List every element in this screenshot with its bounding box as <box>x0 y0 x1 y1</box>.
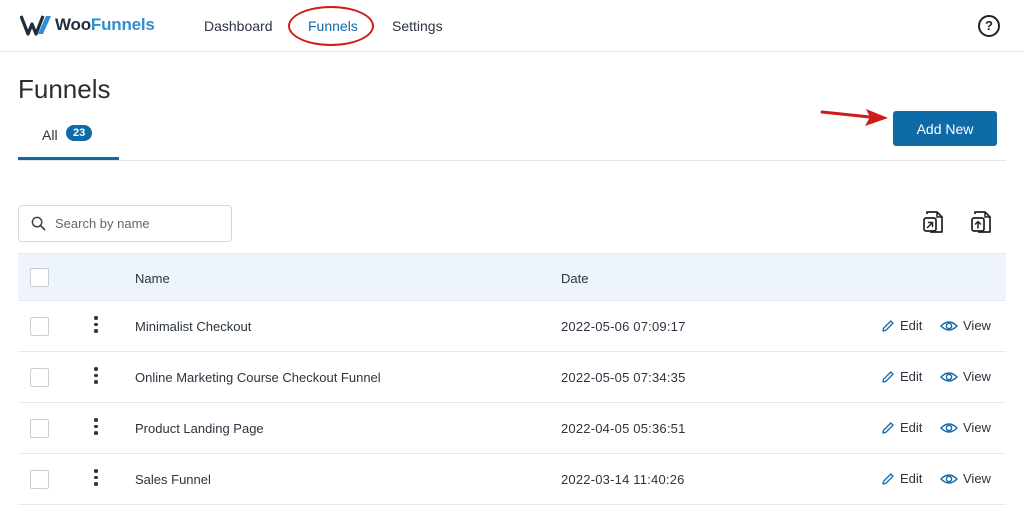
select-all-checkbox[interactable] <box>30 268 49 287</box>
edit-label: Edit <box>900 420 923 435</box>
eye-icon <box>940 422 958 433</box>
count-badge: 23 <box>66 125 93 141</box>
annotation-arrow-icon <box>820 109 888 126</box>
column-header-name[interactable]: Name <box>135 271 170 286</box>
table-row: Online Marketing Course Checkout Funnel … <box>18 352 1006 403</box>
brand-logo[interactable]: WooFunnels <box>20 13 155 37</box>
view-label: View <box>963 420 991 435</box>
edit-label: Edit <box>900 318 923 333</box>
search-input[interactable] <box>55 216 215 231</box>
export-icon[interactable] <box>970 209 994 235</box>
funnel-date: 2022-05-06 07:09:17 <box>561 319 686 334</box>
view-button[interactable]: View <box>940 420 991 435</box>
view-label: View <box>963 471 991 486</box>
import-icon[interactable] <box>922 209 946 235</box>
funnel-date: 2022-04-05 05:36:51 <box>561 421 686 436</box>
more-vertical-icon[interactable] <box>92 367 100 387</box>
edit-button[interactable]: Edit <box>881 420 922 435</box>
pencil-icon <box>882 472 894 485</box>
eye-icon <box>940 473 958 484</box>
brand-name: WooFunnels <box>55 15 155 34</box>
tab-all-label: All <box>42 127 58 143</box>
table-row: Minimalist Checkout 2022-05-06 07:09:17 … <box>18 301 1006 352</box>
table-row: Sales Funnel 2022-03-14 11:40:26 Edit Vi… <box>18 454 1006 505</box>
row-checkbox[interactable] <box>30 317 49 336</box>
search-box[interactable] <box>18 205 232 242</box>
view-label: View <box>963 318 991 333</box>
search-icon <box>31 216 46 231</box>
funnel-name[interactable]: Product Landing Page <box>135 421 264 436</box>
edit-label: Edit <box>900 471 923 486</box>
nav-dashboard[interactable]: Dashboard <box>204 18 273 34</box>
divider <box>18 160 1006 161</box>
funnel-name[interactable]: Minimalist Checkout <box>135 319 251 334</box>
pencil-icon <box>882 370 894 383</box>
nav-settings[interactable]: Settings <box>392 18 443 34</box>
column-header-date[interactable]: Date <box>561 271 588 286</box>
edit-button[interactable]: Edit <box>881 369 922 384</box>
funnel-name[interactable]: Online Marketing Course Checkout Funnel <box>135 370 381 385</box>
table-row: Product Landing Page 2022-04-05 05:36:51… <box>18 403 1006 454</box>
view-button[interactable]: View <box>940 369 991 384</box>
nav-funnels[interactable]: Funnels <box>308 18 358 34</box>
funnel-name[interactable]: Sales Funnel <box>135 472 211 487</box>
page-title: Funnels <box>18 74 111 104</box>
woofunnels-logo-icon <box>20 15 51 36</box>
top-navigation-bar: WooFunnels Dashboard Funnels Settings ? <box>0 0 1024 52</box>
pencil-icon <box>882 319 894 332</box>
more-vertical-icon[interactable] <box>92 418 100 438</box>
eye-icon <box>940 371 958 382</box>
add-new-button[interactable]: Add New <box>893 111 997 146</box>
more-vertical-icon[interactable] <box>92 469 100 489</box>
edit-button[interactable]: Edit <box>881 318 922 333</box>
view-label: View <box>963 369 991 384</box>
row-checkbox[interactable] <box>30 419 49 438</box>
more-vertical-icon[interactable] <box>92 316 100 336</box>
edit-button[interactable]: Edit <box>881 471 922 486</box>
eye-icon <box>940 320 958 331</box>
row-checkbox[interactable] <box>30 368 49 387</box>
funnel-date: 2022-03-14 11:40:26 <box>561 472 685 487</box>
tab-all[interactable]: All 23 <box>18 120 119 160</box>
view-button[interactable]: View <box>940 318 991 333</box>
pencil-icon <box>882 421 894 434</box>
row-checkbox[interactable] <box>30 470 49 489</box>
edit-label: Edit <box>900 369 923 384</box>
funnels-table: Name Date Minimalist Checkout 2022-05-06… <box>18 253 1006 505</box>
funnel-date: 2022-05-05 07:34:35 <box>561 370 686 385</box>
question-circle-icon[interactable]: ? <box>978 15 1000 37</box>
table-header: Name Date <box>18 253 1006 301</box>
view-button[interactable]: View <box>940 471 991 486</box>
